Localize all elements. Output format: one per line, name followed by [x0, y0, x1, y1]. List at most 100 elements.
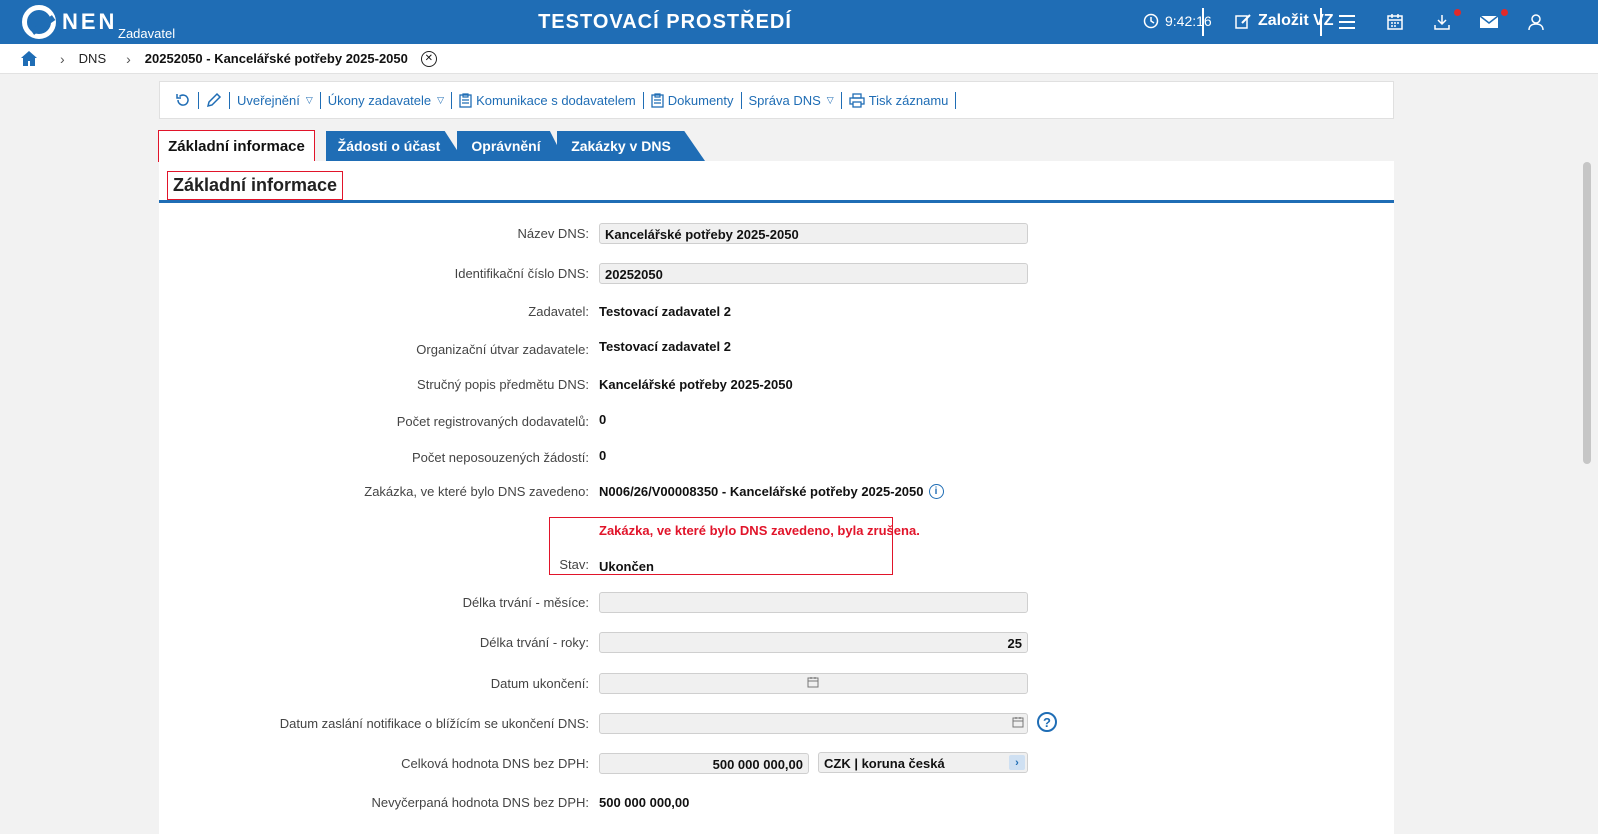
- publish-menu[interactable]: Uveřejnění ▽: [230, 93, 320, 108]
- row-description: Stručný popis předmětu DNS: Kancelářské …: [159, 374, 1394, 396]
- row-authority: Zadavatel: Testovací zadavatel 2: [159, 301, 1394, 323]
- breadcrumb: › DNS › 20252050 - Kancelářské potřeby 2…: [0, 44, 1598, 74]
- scrollbar-thumb[interactable]: [1583, 162, 1591, 464]
- communication-button[interactable]: Komunikace s dodavatelem: [452, 93, 643, 108]
- caret-down-icon: ▽: [305, 94, 313, 105]
- toolbar-divider: [955, 91, 957, 109]
- authority-label: Zadavatel:: [528, 304, 589, 319]
- row-name: Název DNS: Kancelářské potřeby 2025-2050: [159, 223, 1394, 245]
- currency-select[interactable]: CZK | koruna česká ›: [818, 752, 1028, 773]
- total-value-field[interactable]: 500 000 000,00: [599, 753, 809, 774]
- tab-permissions[interactable]: Oprávnění: [457, 131, 565, 161]
- tab-basic-info[interactable]: Základní informace: [158, 130, 315, 162]
- tab-contracts[interactable]: Zakázky v DNS: [557, 131, 705, 161]
- row-notification-date: Datum zaslání notifikace o blížícím se u…: [159, 713, 1394, 735]
- section-title: Základní informace: [167, 171, 344, 200]
- name-label: Název DNS:: [517, 226, 589, 241]
- publish-label: Uveřejnění: [237, 92, 300, 108]
- contract-link[interactable]: N006/26/V00008350 - Kancelářské potřeby …: [599, 484, 924, 499]
- top-header: NEN Zadavatel TESTOVACÍ PROSTŘEDÍ 9:42:1…: [0, 0, 1598, 44]
- pending-value: 0: [599, 448, 607, 463]
- notification-date-field[interactable]: [599, 713, 1028, 734]
- calendar-icon[interactable]: [807, 676, 819, 688]
- description-label: Stručný popis předmětu DNS:: [417, 377, 589, 392]
- clipboard-icon: [459, 92, 472, 108]
- documents-button[interactable]: Dokumenty: [644, 93, 741, 108]
- pencil-icon: [206, 92, 222, 108]
- remaining-value: 500 000 000,00: [599, 795, 690, 810]
- suppliers-value: 0: [599, 412, 607, 427]
- section-divider: [159, 200, 1394, 203]
- close-icon[interactable]: ✕: [420, 50, 437, 67]
- row-suppliers: Počet registrovaných dodavatelů: 0: [159, 409, 1394, 431]
- menu-icon[interactable]: [1337, 12, 1357, 32]
- name-field[interactable]: Kancelářské potřeby 2025-2050: [599, 223, 1028, 244]
- refresh-button[interactable]: [168, 92, 198, 108]
- years-label: Délka trvání - roky:: [479, 635, 589, 650]
- dns-admin-menu[interactable]: Správa DNS ▽: [742, 93, 841, 108]
- clipboard-icon: [651, 92, 664, 108]
- print-button[interactable]: Tisk záznamu: [842, 93, 956, 108]
- contract-value: N006/26/V00008350 - Kancelářské potřeby …: [599, 484, 944, 499]
- row-months: Délka trvání - měsíce:: [159, 592, 1394, 614]
- header-divider: [1202, 8, 1204, 36]
- chevron-right-icon[interactable]: ›: [1009, 755, 1025, 770]
- clock-value: 9:42:16: [1165, 13, 1212, 29]
- calendar-icon[interactable]: [1385, 12, 1405, 32]
- tab-requests[interactable]: Žádosti o účast: [326, 131, 464, 161]
- unit-label: Organizační útvar zadavatele:: [416, 342, 589, 357]
- info-icon[interactable]: i: [928, 484, 944, 499]
- user-icon[interactable]: [1526, 12, 1546, 32]
- breadcrumb-dns[interactable]: DNS: [79, 51, 106, 66]
- actions-label: Úkony zadavatele: [327, 92, 432, 108]
- download-icon[interactable]: [1432, 12, 1452, 32]
- edit-icon: [1235, 14, 1251, 29]
- months-label: Délka trvání - měsíce:: [462, 595, 589, 610]
- chevron-right-icon: ›: [126, 50, 131, 67]
- row-remaining-value: Nevyčerpaná hodnota DNS bez DPH: 500 000…: [159, 792, 1394, 814]
- print-label: Tisk záznamu: [868, 92, 949, 108]
- actions-menu[interactable]: Úkony zadavatele ▽: [321, 93, 451, 108]
- suppliers-label: Počet registrovaných dodavatelů:: [396, 414, 589, 429]
- mail-badge: [1501, 9, 1508, 16]
- row-total-value: Celková hodnota DNS bez DPH: 500 000 000…: [159, 753, 1394, 775]
- description-value: Kancelářské potřeby 2025-2050: [599, 377, 793, 392]
- row-id: Identifikační číslo DNS: 20252050: [159, 263, 1394, 285]
- row-contract: Zakázka, ve které bylo DNS zavedeno: N00…: [159, 481, 1394, 503]
- row-pending: Počet neposouzených žádostí: 0: [159, 445, 1394, 467]
- download-badge: [1454, 9, 1461, 16]
- create-vz-button[interactable]: Založit VZ: [1234, 12, 1334, 30]
- help-icon[interactable]: ?: [1037, 712, 1057, 732]
- tab-requests-label: Žádosti o účast: [337, 138, 441, 154]
- edit-button[interactable]: [199, 92, 229, 108]
- years-field[interactable]: 25: [599, 632, 1028, 653]
- mail-icon[interactable]: [1479, 12, 1499, 32]
- dns-admin-label: Správa DNS: [748, 92, 821, 108]
- authority-value: Testovací zadavatel 2: [599, 304, 731, 319]
- environment-title: TESTOVACÍ PROSTŘEDÍ: [538, 11, 792, 33]
- status-label: Stav:: [559, 557, 589, 572]
- header-divider: [1320, 8, 1322, 36]
- row-end-date: Datum ukončení:: [159, 673, 1394, 695]
- calendar-icon[interactable]: [1012, 716, 1024, 728]
- printer-icon: [849, 92, 865, 108]
- caret-down-icon: ▽: [437, 94, 445, 105]
- breadcrumb-current: 20252050 - Kancelářské potřeby 2025-2050: [144, 51, 408, 66]
- currency-value: CZK | koruna česká: [824, 756, 945, 771]
- total-value-label: Celková hodnota DNS bez DPH:: [401, 756, 589, 771]
- communication-label: Komunikace s dodavatelem: [476, 92, 636, 108]
- row-unit: Organizační útvar zadavatele: Testovací …: [159, 336, 1394, 358]
- home-icon[interactable]: [20, 49, 40, 69]
- months-field[interactable]: [599, 592, 1028, 613]
- main-panel: Základní informace Název DNS: Kancelářsk…: [159, 161, 1394, 834]
- documents-label: Dokumenty: [667, 92, 734, 108]
- row-status: Stav: Ukončen: [159, 556, 1394, 578]
- contract-label: Zakázka, ve které bylo DNS zavedeno:: [364, 484, 589, 499]
- row-years: Délka trvání - roky: 25: [159, 632, 1394, 654]
- id-field[interactable]: 20252050: [599, 263, 1028, 284]
- pending-label: Počet neposouzených žádostí:: [411, 450, 589, 465]
- id-label: Identifikační číslo DNS:: [454, 266, 589, 281]
- tab-permissions-label: Oprávnění: [471, 138, 541, 154]
- refresh-icon: [176, 94, 189, 106]
- unit-value: Testovací zadavatel 2: [599, 339, 731, 354]
